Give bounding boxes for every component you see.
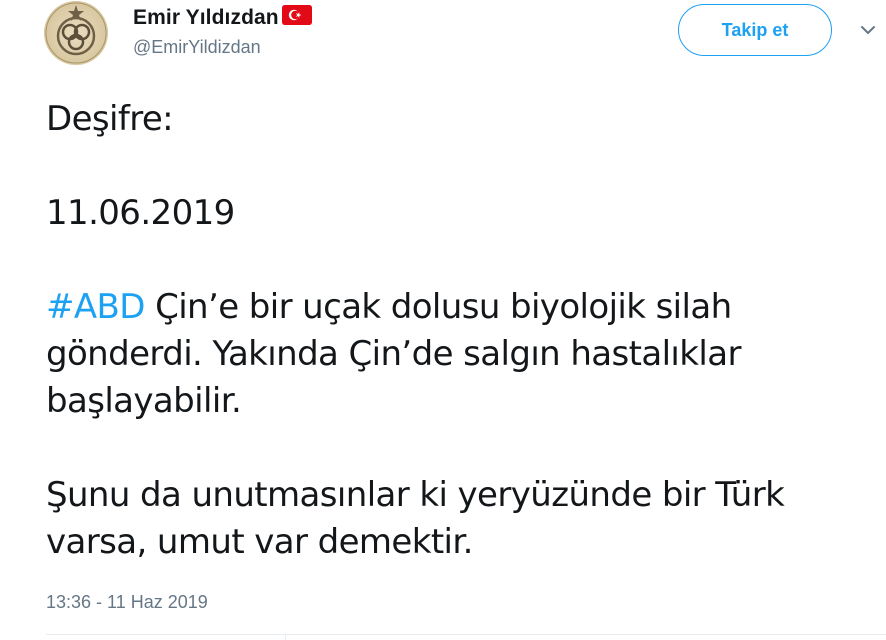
- tweet-line: varsa, umut var demektir.: [46, 522, 473, 562]
- tweet-line: Şunu da unutmasınlar ki yeryüzünde bir T…: [46, 475, 785, 515]
- user-avatar[interactable]: [44, 1, 108, 65]
- tweet-line: gönderdi. Yakında Çin’de salgın hastalık…: [46, 334, 741, 374]
- divider-tick: [285, 634, 286, 640]
- follow-button[interactable]: Takip et: [678, 4, 832, 56]
- tweet-line: başlayabilir.: [46, 381, 242, 421]
- tweet-card: Emir Yıldızdan @EmirYildizdan Takip et D…: [0, 0, 886, 640]
- emblem-avatar-icon: [45, 2, 107, 64]
- user-name-row[interactable]: Emir Yıldızdan: [133, 4, 312, 32]
- hashtag-link[interactable]: #ABD: [46, 287, 145, 327]
- chevron-down-icon[interactable]: [858, 20, 878, 40]
- tweet-line: Deşifre:: [46, 99, 174, 139]
- tweet-line-text: Çin’e bir uçak dolusu biyolojik silah: [144, 287, 732, 327]
- tweet-text: Deşifre: 11.06.2019 #ABD Çin’e bir uçak …: [46, 96, 876, 566]
- tweet-line: 11.06.2019: [46, 193, 235, 233]
- divider: [46, 634, 886, 635]
- display-name[interactable]: Emir Yıldızdan: [133, 6, 279, 30]
- tweet-timestamp[interactable]: 13:36 - 11 Haz 2019: [46, 592, 208, 613]
- user-handle[interactable]: @EmirYildizdan: [133, 37, 261, 58]
- turkey-flag-icon: [281, 5, 312, 25]
- tweet-line: #ABD Çin’e bir uçak dolusu biyolojik sil…: [46, 284, 876, 331]
